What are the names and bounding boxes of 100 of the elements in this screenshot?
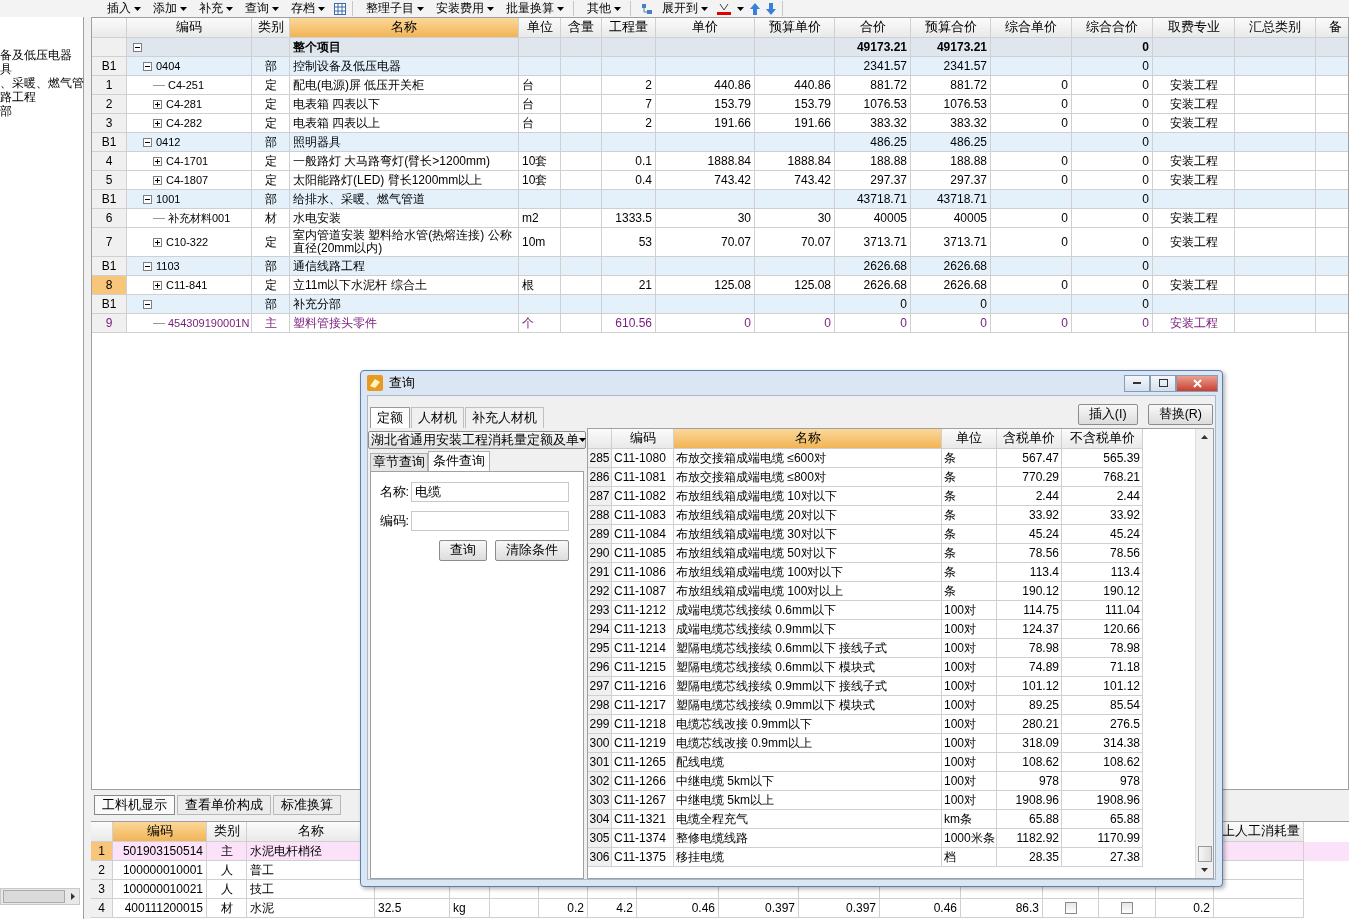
row-number[interactable]: B1 [92, 133, 127, 152]
row-number[interactable]: B1 [92, 257, 127, 276]
input-field[interactable] [411, 511, 569, 531]
row-number[interactable]: 2 [91, 861, 113, 880]
row-number[interactable]: 296 [588, 658, 612, 677]
scroll-thumb[interactable] [3, 890, 65, 903]
expand-icon[interactable] [153, 156, 162, 166]
color-icon[interactable] [717, 2, 731, 15]
action-button[interactable]: 查询 [439, 540, 487, 561]
column-header[interactable]: 工程量 [602, 18, 656, 38]
row-number[interactable]: 289 [588, 525, 612, 544]
toolbar-button[interactable]: 批量换算 [503, 1, 567, 16]
column-header[interactable]: 名称 [674, 429, 942, 449]
row-number[interactable]: 287 [588, 487, 612, 506]
expand-icon[interactable] [153, 118, 162, 128]
collapse-icon[interactable] [143, 194, 152, 204]
column-header[interactable]: 含税单价 [997, 429, 1062, 449]
toolbar-button[interactable]: 其他 [584, 1, 624, 16]
tree-item[interactable]: 路工程 [0, 90, 83, 104]
collapse-icon[interactable] [143, 261, 152, 271]
row-number[interactable]: 4 [91, 899, 113, 918]
column-header[interactable]: 备 [1316, 18, 1348, 38]
row-number[interactable]: 3 [91, 880, 113, 899]
toolbar-button[interactable]: 安装费用 [433, 1, 497, 16]
tab[interactable]: 章节查询 [370, 453, 428, 471]
column-header[interactable]: 综合单价 [991, 18, 1072, 38]
row-number[interactable]: 293 [588, 601, 612, 620]
row-number[interactable]: 303 [588, 791, 612, 810]
dialog-button[interactable]: 插入(I) [1077, 404, 1138, 425]
tab[interactable]: 标准换算 [273, 795, 341, 815]
row-number[interactable]: B1 [92, 57, 127, 76]
row-number[interactable]: 305 [588, 829, 612, 848]
up-arrow-icon[interactable] [1201, 435, 1208, 439]
row-number[interactable]: 4 [92, 152, 127, 171]
row-number[interactable]: 291 [588, 563, 612, 582]
caret-icon[interactable] [71, 893, 75, 900]
column-header[interactable]: 预算合价 [911, 18, 991, 38]
row-number[interactable]: 285 [588, 449, 612, 468]
row-number[interactable]: 6 [92, 209, 127, 228]
collapse-icon[interactable] [143, 137, 152, 147]
tree-item[interactable]: 备及低压电器 [0, 48, 83, 62]
toolbar-button[interactable]: 查询 [242, 1, 282, 16]
dialog-button[interactable]: 替换(R) [1147, 404, 1213, 425]
scrollbar[interactable] [0, 888, 80, 905]
column-header[interactable]: 不含税单价 [1062, 429, 1143, 449]
close-button[interactable] [1176, 374, 1218, 392]
column-header[interactable]: 预算单价 [755, 18, 835, 38]
row-number[interactable]: 292 [588, 582, 612, 601]
row-number[interactable]: 1 [92, 76, 127, 95]
row-number[interactable]: 3 [92, 114, 127, 133]
row-number[interactable]: 9 [92, 314, 127, 333]
caret-icon[interactable] [1201, 868, 1208, 872]
tab[interactable]: 定额 [370, 407, 410, 428]
row-number[interactable]: B1 [92, 295, 127, 314]
tab[interactable]: 条件查询 [428, 451, 490, 471]
row-number[interactable]: 288 [588, 506, 612, 525]
checkbox[interactable] [1121, 902, 1133, 914]
row-number[interactable]: 295 [588, 639, 612, 658]
column-header[interactable]: 编码 [127, 18, 252, 38]
expand-icon[interactable] [153, 237, 162, 247]
row-number[interactable]: 290 [588, 544, 612, 563]
row-number[interactable]: B1 [92, 190, 127, 209]
down-arrow-icon[interactable] [766, 2, 776, 15]
toolbar-button[interactable]: 添加 [150, 1, 190, 16]
row-number[interactable]: 306 [588, 848, 612, 867]
row-number[interactable]: 1 [91, 842, 113, 861]
library-dropdown[interactable]: 湖北省通用安装工程消耗量定额及单 [368, 431, 586, 449]
table-icon[interactable] [334, 2, 346, 15]
tab[interactable]: 补充人材机 [465, 407, 544, 428]
collapse-icon[interactable] [133, 42, 142, 52]
checkbox[interactable] [1064, 902, 1077, 914]
tree-item[interactable]: 、采暖、燃气管 [0, 76, 83, 90]
row-number[interactable]: 297 [588, 677, 612, 696]
collapse-icon[interactable] [143, 299, 152, 309]
tab[interactable]: 查看单价构成 [177, 795, 271, 815]
tab[interactable]: 工料机显示 [94, 795, 175, 815]
toolbar-button[interactable]: 补充 [196, 1, 236, 16]
row-number[interactable]: 294 [588, 620, 612, 639]
collapse-icon[interactable] [143, 61, 152, 71]
row-number[interactable]: 2 [92, 95, 127, 114]
column-header[interactable]: 单价 [656, 18, 755, 38]
scrollbar[interactable] [1195, 429, 1213, 878]
toolbar-button[interactable]: 插入 [104, 1, 144, 16]
row-number[interactable]: 302 [588, 772, 612, 791]
row-number[interactable]: 7 [92, 228, 127, 257]
maximize-button[interactable] [1150, 374, 1176, 392]
column-header[interactable]: 合价 [835, 18, 911, 38]
expand-icon[interactable] [153, 280, 162, 290]
scroll-thumb[interactable] [1197, 846, 1212, 862]
column-header[interactable]: 类别 [252, 18, 290, 38]
column-header[interactable]: 类别 [207, 822, 247, 842]
toolbar-button[interactable]: 存档 [288, 1, 328, 16]
toolbar-button[interactable]: 展开到 [659, 1, 711, 16]
expand-icon[interactable] [153, 99, 162, 109]
column-header[interactable]: 编码 [612, 429, 674, 449]
row-number[interactable]: 8 [92, 276, 127, 295]
action-button[interactable]: 清除条件 [495, 540, 569, 561]
row-number[interactable]: 5 [92, 171, 127, 190]
column-header[interactable]: 含量 [561, 18, 602, 38]
column-header[interactable]: 汇总类别 [1235, 18, 1316, 38]
